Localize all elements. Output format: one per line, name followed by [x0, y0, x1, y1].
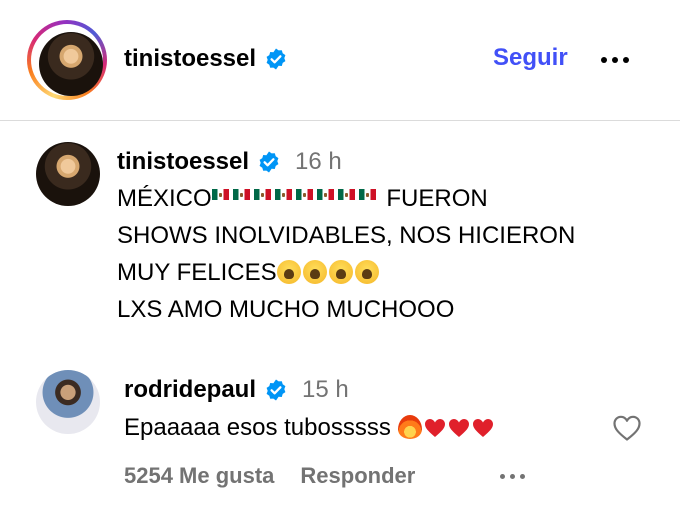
- story-ring[interactable]: [27, 20, 107, 100]
- mexico-flag-icon: [211, 189, 229, 200]
- red-heart-icon: [448, 419, 469, 437]
- more-dot: [500, 474, 505, 479]
- follow-button[interactable]: Seguir: [493, 44, 568, 72]
- mexico-flag-icon: [337, 189, 355, 200]
- mexico-flag-icon: [232, 189, 250, 200]
- header-divider: [0, 120, 680, 121]
- loudly-crying-face-icon: [328, 260, 353, 284]
- post-timestamp[interactable]: 16 h: [295, 148, 342, 176]
- comment-text-row: Epaaaaa esos tubosssss: [124, 410, 496, 446]
- comment-timestamp[interactable]: 15 h: [302, 376, 349, 404]
- comment-author-row: rodridepaul 15 h: [124, 376, 349, 404]
- caption-text: MÉXICO: [117, 185, 212, 212]
- header-avatar[interactable]: [39, 32, 103, 96]
- post-caption: MÉXICO FUERON SHOWS INOLVIDABLES, NOS HI…: [117, 180, 657, 328]
- verified-badge-icon: [266, 379, 286, 401]
- more-dot: [623, 57, 629, 63]
- caption-line-2: SHOWS INOLVIDABLES, NOS HICIERON: [117, 222, 576, 249]
- header-username-text[interactable]: tinistoessel: [124, 45, 256, 73]
- caption-text: MUY FELICES: [117, 259, 277, 286]
- story-ring-gap: [31, 24, 103, 96]
- loudly-crying-face-icon: [302, 260, 327, 284]
- mexico-flag-icon: [358, 189, 376, 200]
- post-author-row: tinistoessel 16 h: [117, 148, 342, 176]
- more-dot: [601, 57, 607, 63]
- comment-meta: 5254 Me gusta Responder: [124, 463, 415, 489]
- verified-badge-icon: [259, 151, 279, 173]
- commenter-avatar[interactable]: [36, 370, 100, 434]
- reply-button[interactable]: Responder: [300, 463, 415, 489]
- post-author-username[interactable]: tinistoessel: [117, 148, 249, 176]
- red-heart-icon: [424, 419, 445, 437]
- loudly-crying-face-icon: [354, 260, 379, 284]
- caption-line-1: MÉXICO FUERON: [117, 180, 657, 217]
- mexico-flag-icon: [316, 189, 334, 200]
- mexico-flag-icon: [274, 189, 292, 200]
- more-dot: [612, 57, 618, 63]
- header-username[interactable]: tinistoessel: [124, 45, 288, 73]
- red-heart-icon: [472, 419, 493, 437]
- comment-author-username[interactable]: rodridepaul: [124, 376, 256, 404]
- more-dot: [510, 474, 515, 479]
- caption-line-4: LXS AMO MUCHO MUCHOOO: [117, 296, 455, 323]
- more-dot: [520, 474, 525, 479]
- comment-text: Epaaaaa esos tubosssss: [124, 414, 398, 441]
- mexico-flag-icon: [253, 189, 271, 200]
- crying-emoji-icons: [276, 259, 381, 286]
- comment-likes-count[interactable]: 5254 Me gusta: [124, 463, 274, 489]
- like-comment-heart-icon[interactable]: [612, 414, 642, 442]
- mexico-flag-icon: [295, 189, 313, 200]
- more-options-icon[interactable]: [601, 57, 629, 63]
- post-header: tinistoessel Seguir: [0, 0, 680, 120]
- caption-text: FUERON: [379, 185, 488, 212]
- post-author-avatar[interactable]: [36, 142, 100, 206]
- comment-more-options-icon[interactable]: [500, 474, 525, 479]
- caption-line-3: MUY FELICES: [117, 254, 657, 291]
- loudly-crying-face-icon: [276, 260, 301, 284]
- verified-badge-icon: [266, 48, 286, 70]
- mexico-flag-icons: [211, 185, 380, 212]
- fire-icon: [397, 415, 422, 439]
